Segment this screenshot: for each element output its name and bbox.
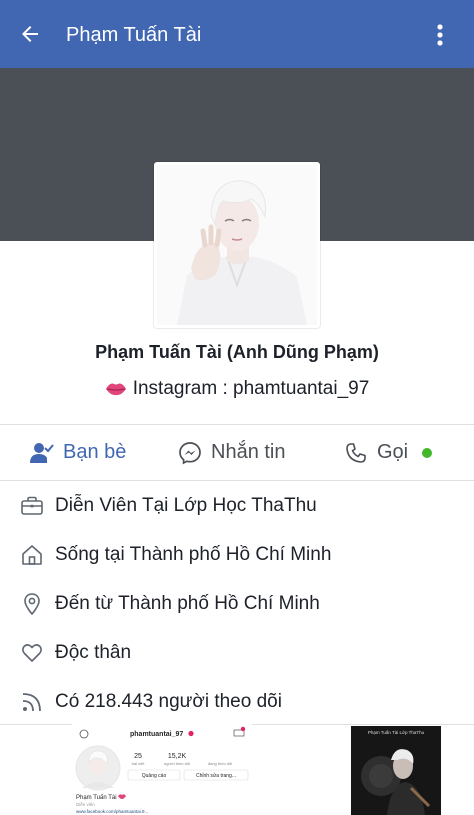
arrow-left-icon[interactable]	[18, 22, 42, 46]
info-current-city-text: Sống tại Thành phố Hồ Chí Minh	[55, 544, 332, 565]
ig-username: phamtuantai_97	[130, 731, 183, 738]
ig-posts-label: bài viết	[132, 761, 146, 766]
ig-followers-count: 15,2K	[168, 753, 187, 760]
friend-check-icon	[30, 442, 54, 463]
info-work[interactable]: Diễn Viên Tại Lớp Học ThaThu	[0, 482, 474, 531]
profile-name: Phạm Tuấn Tài (Anh Dũng Phạm)	[95, 342, 379, 362]
profile-bio: Instagram : phamtuantai_97	[0, 378, 474, 400]
video-still-image: Phạm Tuấn Tài Lớp ThaThu	[351, 726, 441, 815]
info-followers[interactable]: Có 218.443 người theo dõi	[0, 678, 474, 727]
profile-actions: Bạn bè Nhắn tin Gọi	[0, 425, 474, 480]
info-followers-text: Có 218.443 người theo dõi	[55, 691, 282, 712]
photo-thumbnail-video[interactable]: Phạm Tuấn Tài Lớp ThaThu	[351, 726, 441, 815]
info-relationship[interactable]: Độc thân	[0, 629, 474, 678]
photo-thumbnail-instagram[interactable]: phamtuantai_97 25 bài viết 15,2K người t…	[72, 724, 252, 815]
ig-followers-label: người theo dõi	[164, 761, 190, 766]
home-icon	[22, 545, 42, 565]
kebab-menu-icon[interactable]	[428, 22, 452, 48]
heart-icon	[22, 644, 42, 662]
call-button[interactable]: Gọi	[344, 425, 433, 480]
instagram-screenshot-image: phamtuantai_97 25 bài viết 15,2K người t…	[72, 724, 252, 815]
info-relationship-text: Độc thân	[55, 642, 132, 663]
location-pin-icon	[24, 593, 40, 616]
friends-button[interactable]: Bạn bè	[30, 425, 126, 480]
message-button[interactable]: Nhắn tin	[178, 425, 286, 480]
profile-picture[interactable]	[154, 162, 320, 328]
rss-icon	[22, 693, 41, 712]
intro-info-list: Diễn Viên Tại Lớp Học ThaThu Sống tại Th…	[0, 482, 474, 727]
bio-text: Instagram : phamtuantai_97	[132, 378, 370, 399]
ig-category: Diễn viên	[76, 801, 95, 807]
call-label: Gọi	[377, 441, 409, 463]
info-hometown[interactable]: Đến từ Thành phố Hồ Chí Minh	[0, 580, 474, 629]
friends-label: Bạn bè	[63, 441, 127, 463]
message-label: Nhắn tin	[211, 441, 286, 463]
ig-following-label: đang theo dõi	[208, 761, 232, 766]
top-app-bar: Phạm Tuấn Tài	[0, 0, 474, 68]
ig-posts-count: 25	[134, 753, 142, 760]
ig-link: www.facebook.com/phamtuantai.9...	[76, 809, 148, 814]
featured-photos: phamtuantai_97 25 bài viết 15,2K người t…	[0, 724, 474, 815]
briefcase-icon	[21, 496, 43, 515]
kiss-lips-icon	[105, 383, 126, 396]
video-caption: Phạm Tuấn Tài Lớp ThaThu	[368, 730, 425, 735]
online-status-dot	[422, 447, 433, 458]
page-title: Phạm Tuấn Tài	[66, 24, 202, 46]
info-current-city[interactable]: Sống tại Thành phố Hồ Chí Minh	[0, 531, 474, 580]
phone-icon	[346, 442, 366, 463]
info-work-text: Diễn Viên Tại Lớp Học ThaThu	[55, 495, 317, 516]
divider	[0, 480, 474, 481]
ig-ads-button: Quảng cáo	[142, 773, 167, 779]
info-hometown-text: Đến từ Thành phố Hồ Chí Minh	[55, 593, 320, 614]
ig-display-name: Phạm Tuấn Tài	[76, 795, 117, 801]
messenger-icon	[179, 441, 201, 464]
profile-photo-image	[157, 165, 317, 325]
ig-edit-button: Chỉnh sửa trang...	[196, 772, 236, 779]
